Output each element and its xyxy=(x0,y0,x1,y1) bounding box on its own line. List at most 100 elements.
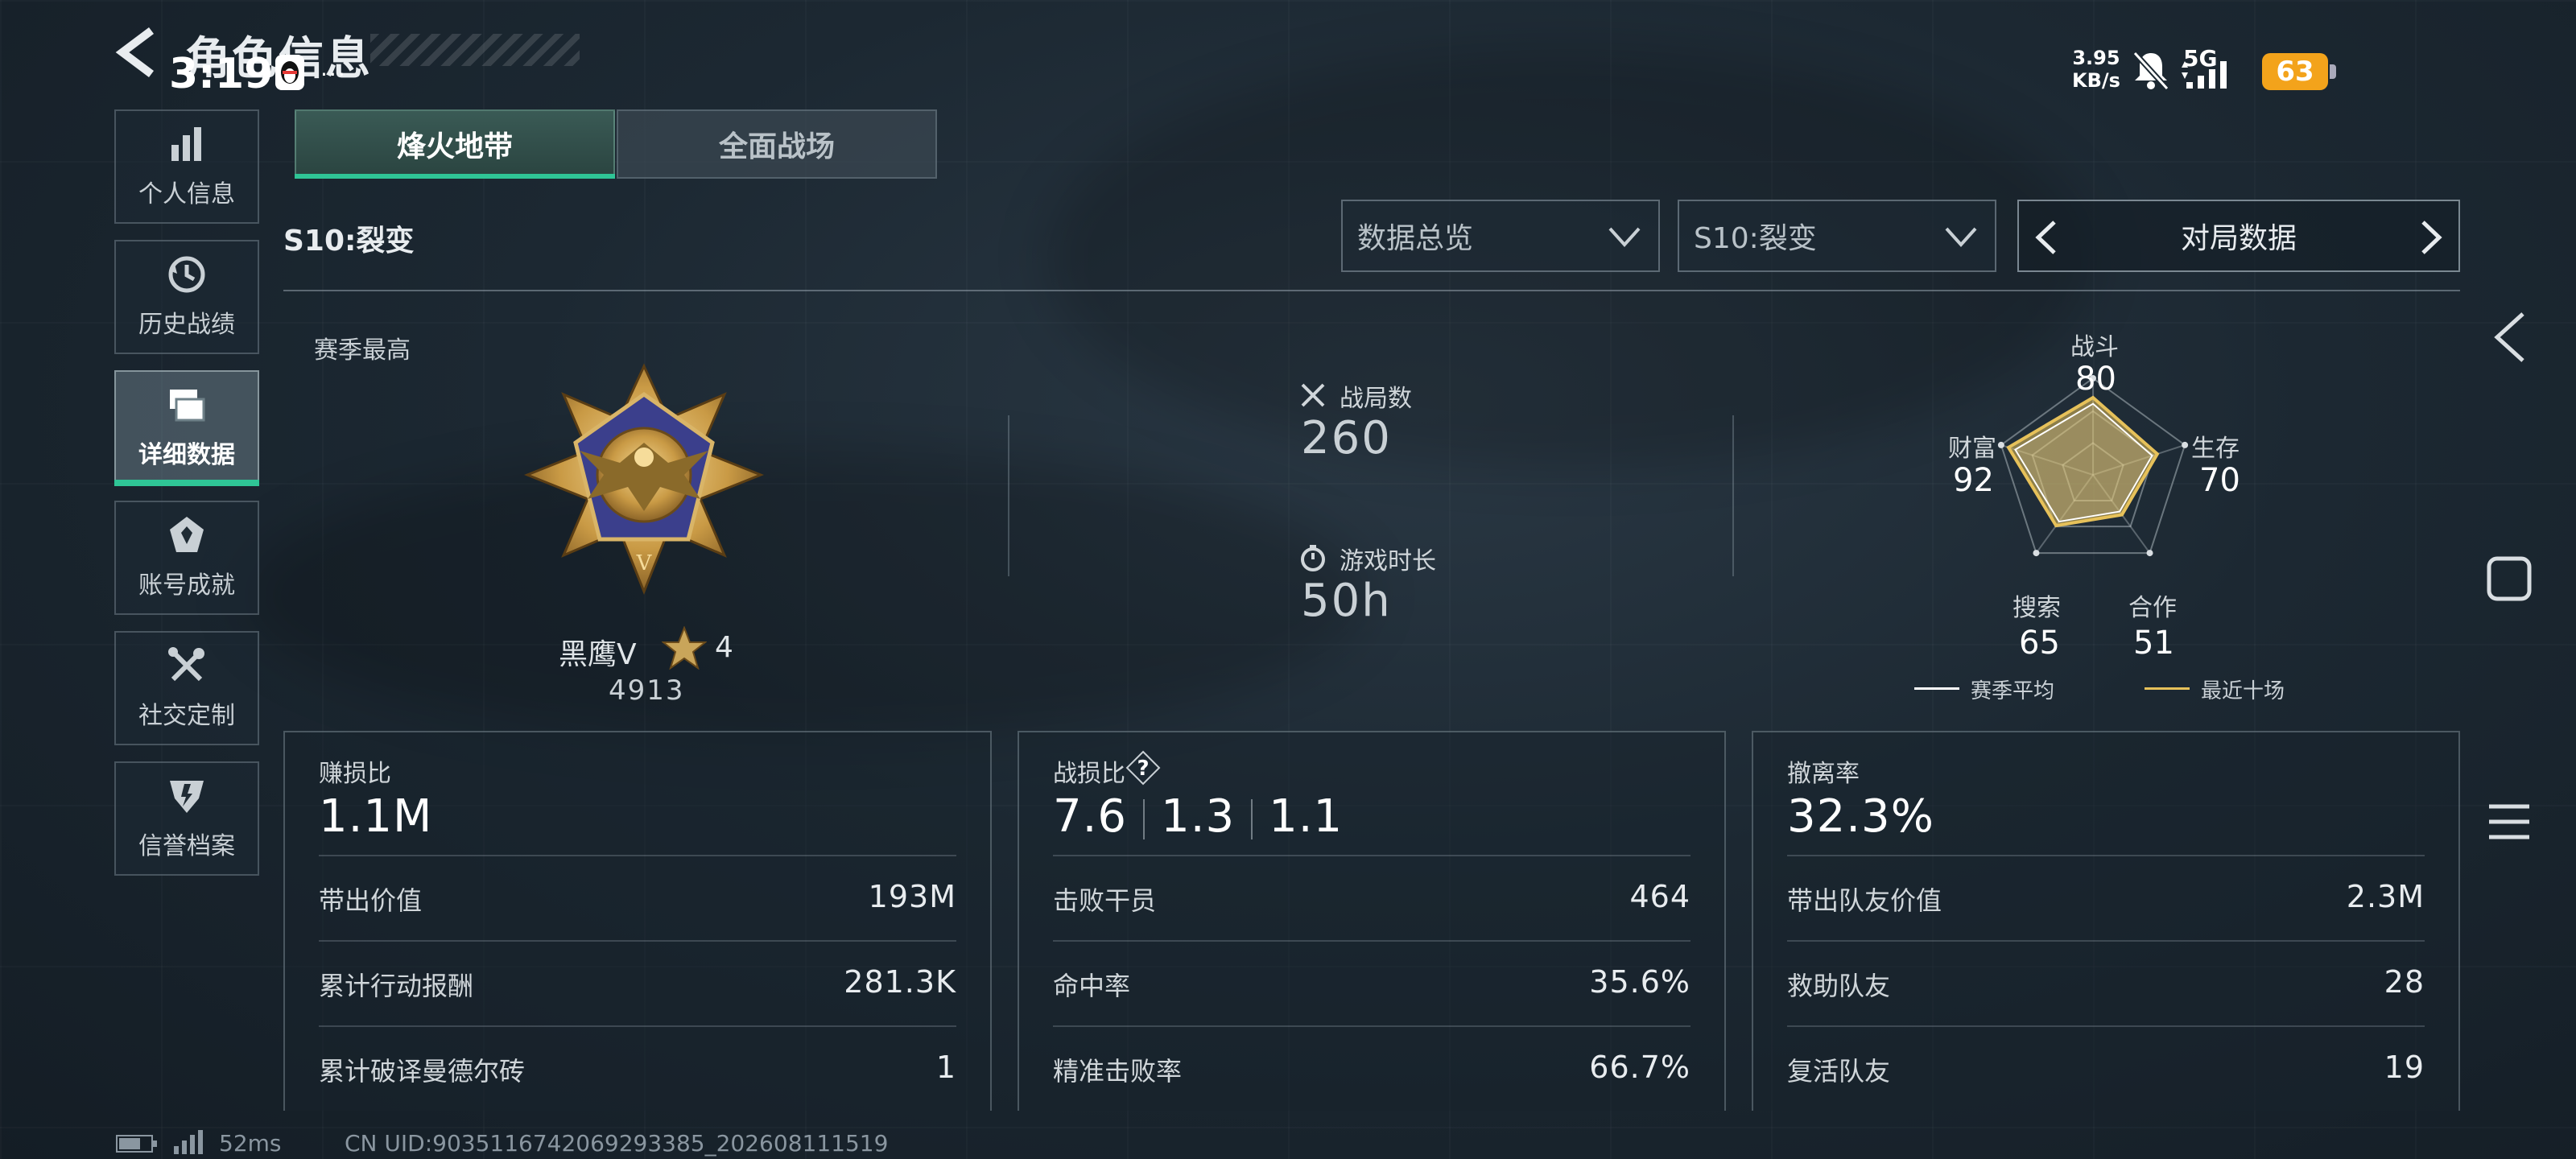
chevron-left-icon[interactable] xyxy=(2030,217,2062,258)
signal-bars-icon xyxy=(2182,61,2227,89)
stat-value: 66.7% xyxy=(1589,1050,1690,1085)
kd-ratio-value: 1.3 xyxy=(1161,790,1236,843)
stat-row: 复活队友 19 xyxy=(1787,1025,2425,1111)
pager-label: 对局数据 xyxy=(2180,222,2297,255)
svg-text:V: V xyxy=(636,551,653,575)
radar-value-search: 65 xyxy=(2019,625,2060,662)
system-home-icon[interactable] xyxy=(2484,554,2534,604)
sidebar-item-label: 信誉档案 xyxy=(138,832,235,860)
ratio-divider xyxy=(1251,798,1253,839)
stat-key: 累计破译曼德尔砖 xyxy=(319,1056,526,1087)
stat-row: 累计破译曼德尔砖 1 xyxy=(319,1025,956,1111)
overview-divider xyxy=(1732,415,1734,576)
tab-full-battlefield[interactable]: 全面战场 xyxy=(617,109,937,179)
system-back-icon[interactable] xyxy=(2487,309,2531,365)
matches-label: 战局数 xyxy=(1340,385,1412,413)
rank-score: 4913 xyxy=(609,674,685,707)
legend-recent-ten: 最近十场 xyxy=(2201,679,2285,703)
radar-label-search: 搜索 xyxy=(2013,594,2061,622)
tab-active-indicator xyxy=(295,174,615,179)
shield-icon xyxy=(170,781,204,813)
stat-row: 累计行动报酬 281.3K xyxy=(319,940,956,1025)
stat-key: 命中率 xyxy=(1053,971,1131,1001)
rank-star-count: 4 xyxy=(715,631,733,664)
dropdown-value: S10:裂变 xyxy=(1694,222,1817,255)
stat-value: 281.3K xyxy=(844,964,956,1000)
stat-key: 带出队友价值 xyxy=(1787,885,1942,916)
tab-beacon-zone[interactable]: 烽火地带 xyxy=(295,109,615,179)
stat-row: 命中率 35.6% xyxy=(1053,940,1690,1025)
crossed-swords-icon xyxy=(1301,383,1325,407)
stat-key: 精准击败率 xyxy=(1053,1056,1183,1087)
sidebar-item-label: 个人信息 xyxy=(138,180,235,208)
legend-season-avg: 赛季平均 xyxy=(1971,679,2055,703)
sidebar-item-history[interactable]: 历史战绩 xyxy=(114,240,259,354)
card-head-label: 战损比 xyxy=(1053,760,1125,788)
overview-dropdown[interactable]: 数据总览 xyxy=(1341,200,1660,272)
rank-medal-icon: V xyxy=(523,363,765,596)
match-data-pager: 对局数据 xyxy=(2017,200,2460,272)
stat-value: 193M xyxy=(868,879,956,914)
bell-muted-icon xyxy=(2132,51,2169,91)
sidebar-item-label: 详细数据 xyxy=(138,441,235,469)
stat-key: 复活队友 xyxy=(1787,1056,1891,1087)
chevron-down-icon xyxy=(1945,227,1977,247)
help-icon[interactable]: ? xyxy=(1125,750,1161,786)
radar-label-survival: 生存 xyxy=(2191,435,2240,463)
radar-label-teamwork: 合作 xyxy=(2128,594,2177,622)
status-clock: 3:19 xyxy=(169,50,274,98)
radar-axis-dot xyxy=(2182,441,2189,448)
matches-value: 260 xyxy=(1301,412,1392,464)
sidebar-item-achievements[interactable]: 账号成就 xyxy=(114,501,259,615)
tools-icon xyxy=(168,647,204,682)
back-arrow-icon[interactable] xyxy=(113,24,161,80)
stat-row: 带出价值 193M xyxy=(319,855,956,940)
radar-value-teamwork: 51 xyxy=(2133,625,2174,662)
ping-value: 52ms xyxy=(219,1130,282,1157)
profit-card: 赚损比 1.1M 带出价值 193M 累计行动报酬 281.3K 累计破译曼德尔… xyxy=(283,731,992,1111)
overview-divider xyxy=(1008,415,1009,576)
stat-value: 35.6% xyxy=(1589,964,1690,1000)
sidebar-item-label: 历史战绩 xyxy=(138,311,235,339)
stopwatch-icon xyxy=(1301,545,1325,571)
bar-chart-icon xyxy=(171,127,201,161)
wifi-signal-icon xyxy=(174,1130,203,1154)
sidebar-item-reputation[interactable]: 信誉档案 xyxy=(114,761,259,876)
ratio-divider xyxy=(1143,798,1146,839)
radar-value-survival: 70 xyxy=(2199,462,2240,499)
sidebar-item-label: 社交定制 xyxy=(138,702,235,730)
stat-row: 精准击败率 66.7% xyxy=(1053,1025,1690,1111)
radar-axis-dot xyxy=(2146,550,2153,557)
card-head-label: 赚损比 xyxy=(319,760,391,788)
header-divider xyxy=(283,290,2460,291)
stat-row: 击败干员 464 xyxy=(1053,855,1690,940)
kd-ratio-value: 7.6 xyxy=(1053,790,1128,843)
speed-value: 3.95 xyxy=(2072,47,2120,69)
chevron-down-icon xyxy=(1608,227,1641,247)
kd-ratio-value: 1.1 xyxy=(1269,790,1344,843)
status-more: ··· xyxy=(320,61,347,88)
sidebar-item-detailed-data[interactable]: 详细数据 xyxy=(114,370,259,485)
star-icon xyxy=(662,626,707,670)
user-uid: CN UID:9035116742069293385_202608111519 xyxy=(345,1130,889,1157)
system-menu-icon[interactable] xyxy=(2484,797,2534,847)
sidebar-item-personal-info[interactable]: 个人信息 xyxy=(114,109,259,224)
stat-value: 1 xyxy=(935,1050,956,1085)
stat-key: 救助队友 xyxy=(1787,971,1891,1001)
radar-season-avg-polygon xyxy=(2014,402,2153,523)
network-speed: 3.95 KB/s xyxy=(2072,47,2120,92)
background-shape xyxy=(242,451,1368,740)
sidebar-item-social-custom[interactable]: 社交定制 xyxy=(114,631,259,745)
chevron-right-icon[interactable] xyxy=(2415,217,2447,258)
stat-key: 累计行动报酬 xyxy=(319,971,474,1001)
season-dropdown[interactable]: S10:裂变 xyxy=(1678,200,1996,272)
season-label: S10:裂变 xyxy=(283,225,415,258)
stat-key: 带出价值 xyxy=(319,885,423,916)
stat-value: 19 xyxy=(2384,1050,2425,1085)
legend-recent-ten-line xyxy=(2145,687,2190,690)
cards-icon xyxy=(170,390,205,422)
title-decoration xyxy=(370,34,580,66)
kd-ratios: 7.6 1.3 1.1 xyxy=(1053,790,1343,843)
radar-value-combat: 80 xyxy=(2075,361,2116,398)
radar-label-wealth: 财富 xyxy=(1948,435,1996,463)
